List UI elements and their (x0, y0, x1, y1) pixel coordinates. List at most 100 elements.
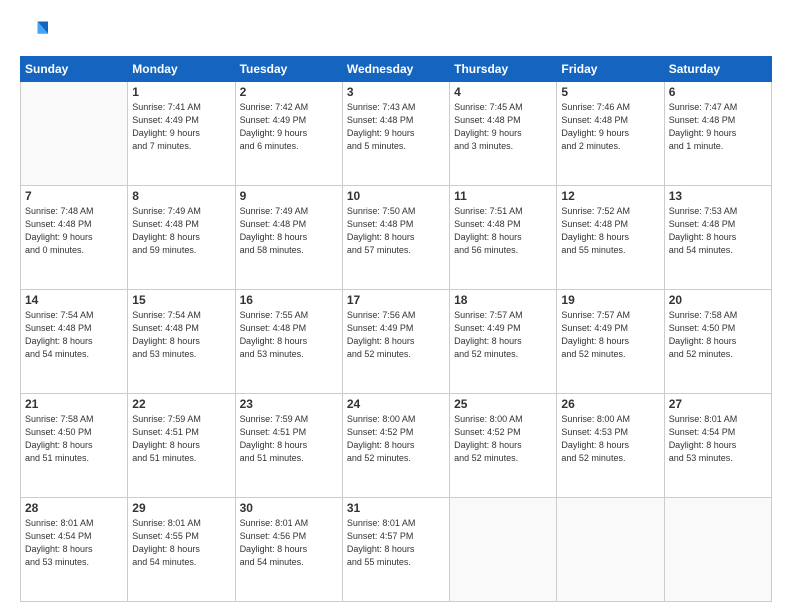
calendar-cell: 19Sunrise: 7:57 AM Sunset: 4:49 PM Dayli… (557, 290, 664, 394)
week-row-2: 7Sunrise: 7:48 AM Sunset: 4:48 PM Daylig… (21, 186, 772, 290)
day-number: 16 (240, 293, 338, 307)
day-info: Sunrise: 7:49 AM Sunset: 4:48 PM Dayligh… (132, 205, 230, 257)
day-number: 31 (347, 501, 445, 515)
logo (20, 18, 52, 46)
day-number: 9 (240, 189, 338, 203)
day-number: 3 (347, 85, 445, 99)
weekday-header-saturday: Saturday (664, 57, 771, 82)
day-number: 26 (561, 397, 659, 411)
day-number: 22 (132, 397, 230, 411)
day-number: 18 (454, 293, 552, 307)
weekday-header-tuesday: Tuesday (235, 57, 342, 82)
weekday-header-sunday: Sunday (21, 57, 128, 82)
week-row-4: 21 Sunrise: 7:58 AM Sunset: 4:50 PM Dayli… (21, 394, 772, 498)
day-number: 13 (669, 189, 767, 203)
day-info: Sunrise: 7:43 AM Sunset: 4:48 PM Dayligh… (347, 101, 445, 153)
day-info: Sunrise: 8:00 AM Sunset: 4:52 PM Dayligh… (454, 413, 552, 465)
day-info: Sunrise: 7:58 AM Sunset: 4:50 PM Dayligh… (25, 413, 123, 465)
week-row-5: 28 Sunrise: 8:01 AM Sunset: 4:54 PM Dayli… (21, 498, 772, 602)
header (20, 18, 772, 46)
weekday-header-row: SundayMondayTuesdayWednesdayThursdayFrid… (21, 57, 772, 82)
calendar-cell (664, 498, 771, 602)
weekday-header-wednesday: Wednesday (342, 57, 449, 82)
day-info: Sunrise: 7:41 AM Sunset: 4:49 PM Dayligh… (132, 101, 230, 153)
day-number: 12 (561, 189, 659, 203)
day-info: Sunrise: 7:55 AM Sunset: 4:48 PM Dayligh… (240, 309, 338, 361)
day-info: Sunrise: 7:54 AM Sunset: 4:48 PM Dayligh… (25, 309, 123, 361)
day-number: 30 (240, 501, 338, 515)
page: SundayMondayTuesdayWednesdayThursdayFrid… (0, 0, 792, 612)
calendar-cell: 2Sunrise: 7:42 AM Sunset: 4:49 PM Daylig… (235, 82, 342, 186)
calendar-cell: 30 Sunrise: 8:01 AM Sunset: 4:56 PM Dayli… (235, 498, 342, 602)
calendar-cell: 9 Sunrise: 7:49 AM Sunset: 4:48 PM Daylig… (235, 186, 342, 290)
day-number: 1 (132, 85, 230, 99)
day-number: 20 (669, 293, 767, 307)
calendar-cell: 29 Sunrise: 8:01 AM Sunset: 4:55 PM Dayli… (128, 498, 235, 602)
week-row-3: 14 Sunrise: 7:54 AM Sunset: 4:48 PM Dayli… (21, 290, 772, 394)
day-number: 2 (240, 85, 338, 99)
day-number: 15 (132, 293, 230, 307)
logo-icon (20, 18, 48, 46)
calendar-cell: 3 Sunrise: 7:43 AM Sunset: 4:48 PM Daylig… (342, 82, 449, 186)
calendar-cell: 14 Sunrise: 7:54 AM Sunset: 4:48 PM Dayli… (21, 290, 128, 394)
calendar-cell: 16 Sunrise: 7:55 AM Sunset: 4:48 PM Dayli… (235, 290, 342, 394)
day-number: 21 (25, 397, 123, 411)
day-info: Sunrise: 7:50 AM Sunset: 4:48 PM Dayligh… (347, 205, 445, 257)
day-info: Sunrise: 8:01 AM Sunset: 4:54 PM Dayligh… (25, 517, 123, 569)
weekday-header-thursday: Thursday (450, 57, 557, 82)
calendar-cell: 31 Sunrise: 8:01 AM Sunset: 4:57 PM Dayli… (342, 498, 449, 602)
week-row-1: 1 Sunrise: 7:41 AM Sunset: 4:49 PM Daylig… (21, 82, 772, 186)
day-number: 8 (132, 189, 230, 203)
calendar-cell: 11Sunrise: 7:51 AM Sunset: 4:48 PM Dayli… (450, 186, 557, 290)
calendar-cell: 13 Sunrise: 7:53 AM Sunset: 4:48 PM Dayli… (664, 186, 771, 290)
day-info: Sunrise: 8:01 AM Sunset: 4:56 PM Dayligh… (240, 517, 338, 569)
calendar-cell (21, 82, 128, 186)
day-number: 4 (454, 85, 552, 99)
calendar-cell: 1 Sunrise: 7:41 AM Sunset: 4:49 PM Daylig… (128, 82, 235, 186)
calendar-cell: 25 Sunrise: 8:00 AM Sunset: 4:52 PM Dayli… (450, 394, 557, 498)
day-info: Sunrise: 8:00 AM Sunset: 4:52 PM Dayligh… (347, 413, 445, 465)
day-number: 28 (25, 501, 123, 515)
calendar-cell: 6Sunrise: 7:47 AM Sunset: 4:48 PM Daylig… (664, 82, 771, 186)
day-info: Sunrise: 7:54 AM Sunset: 4:48 PM Dayligh… (132, 309, 230, 361)
day-info: Sunrise: 7:53 AM Sunset: 4:48 PM Dayligh… (669, 205, 767, 257)
day-info: Sunrise: 7:59 AM Sunset: 4:51 PM Dayligh… (240, 413, 338, 465)
calendar-cell: 20Sunrise: 7:58 AM Sunset: 4:50 PM Dayli… (664, 290, 771, 394)
calendar-cell: 8 Sunrise: 7:49 AM Sunset: 4:48 PM Daylig… (128, 186, 235, 290)
day-info: Sunrise: 8:01 AM Sunset: 4:54 PM Dayligh… (669, 413, 767, 465)
calendar-cell: 15 Sunrise: 7:54 AM Sunset: 4:48 PM Dayli… (128, 290, 235, 394)
day-number: 29 (132, 501, 230, 515)
calendar-cell: 10 Sunrise: 7:50 AM Sunset: 4:48 PM Dayli… (342, 186, 449, 290)
day-info: Sunrise: 7:56 AM Sunset: 4:49 PM Dayligh… (347, 309, 445, 361)
day-number: 25 (454, 397, 552, 411)
calendar-cell: 28 Sunrise: 8:01 AM Sunset: 4:54 PM Dayli… (21, 498, 128, 602)
day-info: Sunrise: 7:57 AM Sunset: 4:49 PM Dayligh… (454, 309, 552, 361)
day-info: Sunrise: 7:49 AM Sunset: 4:48 PM Dayligh… (240, 205, 338, 257)
day-info: Sunrise: 7:45 AM Sunset: 4:48 PM Dayligh… (454, 101, 552, 153)
day-number: 27 (669, 397, 767, 411)
day-info: Sunrise: 7:59 AM Sunset: 4:51 PM Dayligh… (132, 413, 230, 465)
day-number: 10 (347, 189, 445, 203)
calendar-cell: 21 Sunrise: 7:58 AM Sunset: 4:50 PM Dayli… (21, 394, 128, 498)
day-number: 6 (669, 85, 767, 99)
calendar-cell: 18 Sunrise: 7:57 AM Sunset: 4:49 PM Dayli… (450, 290, 557, 394)
calendar-cell: 26Sunrise: 8:00 AM Sunset: 4:53 PM Dayli… (557, 394, 664, 498)
calendar-cell: 17 Sunrise: 7:56 AM Sunset: 4:49 PM Dayli… (342, 290, 449, 394)
day-info: Sunrise: 8:01 AM Sunset: 4:57 PM Dayligh… (347, 517, 445, 569)
calendar-cell (557, 498, 664, 602)
day-number: 5 (561, 85, 659, 99)
calendar-cell: 22 Sunrise: 7:59 AM Sunset: 4:51 PM Dayli… (128, 394, 235, 498)
day-info: Sunrise: 7:46 AM Sunset: 4:48 PM Dayligh… (561, 101, 659, 153)
calendar-cell: 27 Sunrise: 8:01 AM Sunset: 4:54 PM Dayli… (664, 394, 771, 498)
day-number: 14 (25, 293, 123, 307)
day-number: 19 (561, 293, 659, 307)
day-number: 17 (347, 293, 445, 307)
day-info: Sunrise: 8:01 AM Sunset: 4:55 PM Dayligh… (132, 517, 230, 569)
calendar-table: SundayMondayTuesdayWednesdayThursdayFrid… (20, 56, 772, 602)
day-info: Sunrise: 7:48 AM Sunset: 4:48 PM Dayligh… (25, 205, 123, 257)
day-number: 23 (240, 397, 338, 411)
day-number: 24 (347, 397, 445, 411)
calendar-cell: 5 Sunrise: 7:46 AM Sunset: 4:48 PM Daylig… (557, 82, 664, 186)
calendar-cell (450, 498, 557, 602)
calendar-cell: 7Sunrise: 7:48 AM Sunset: 4:48 PM Daylig… (21, 186, 128, 290)
